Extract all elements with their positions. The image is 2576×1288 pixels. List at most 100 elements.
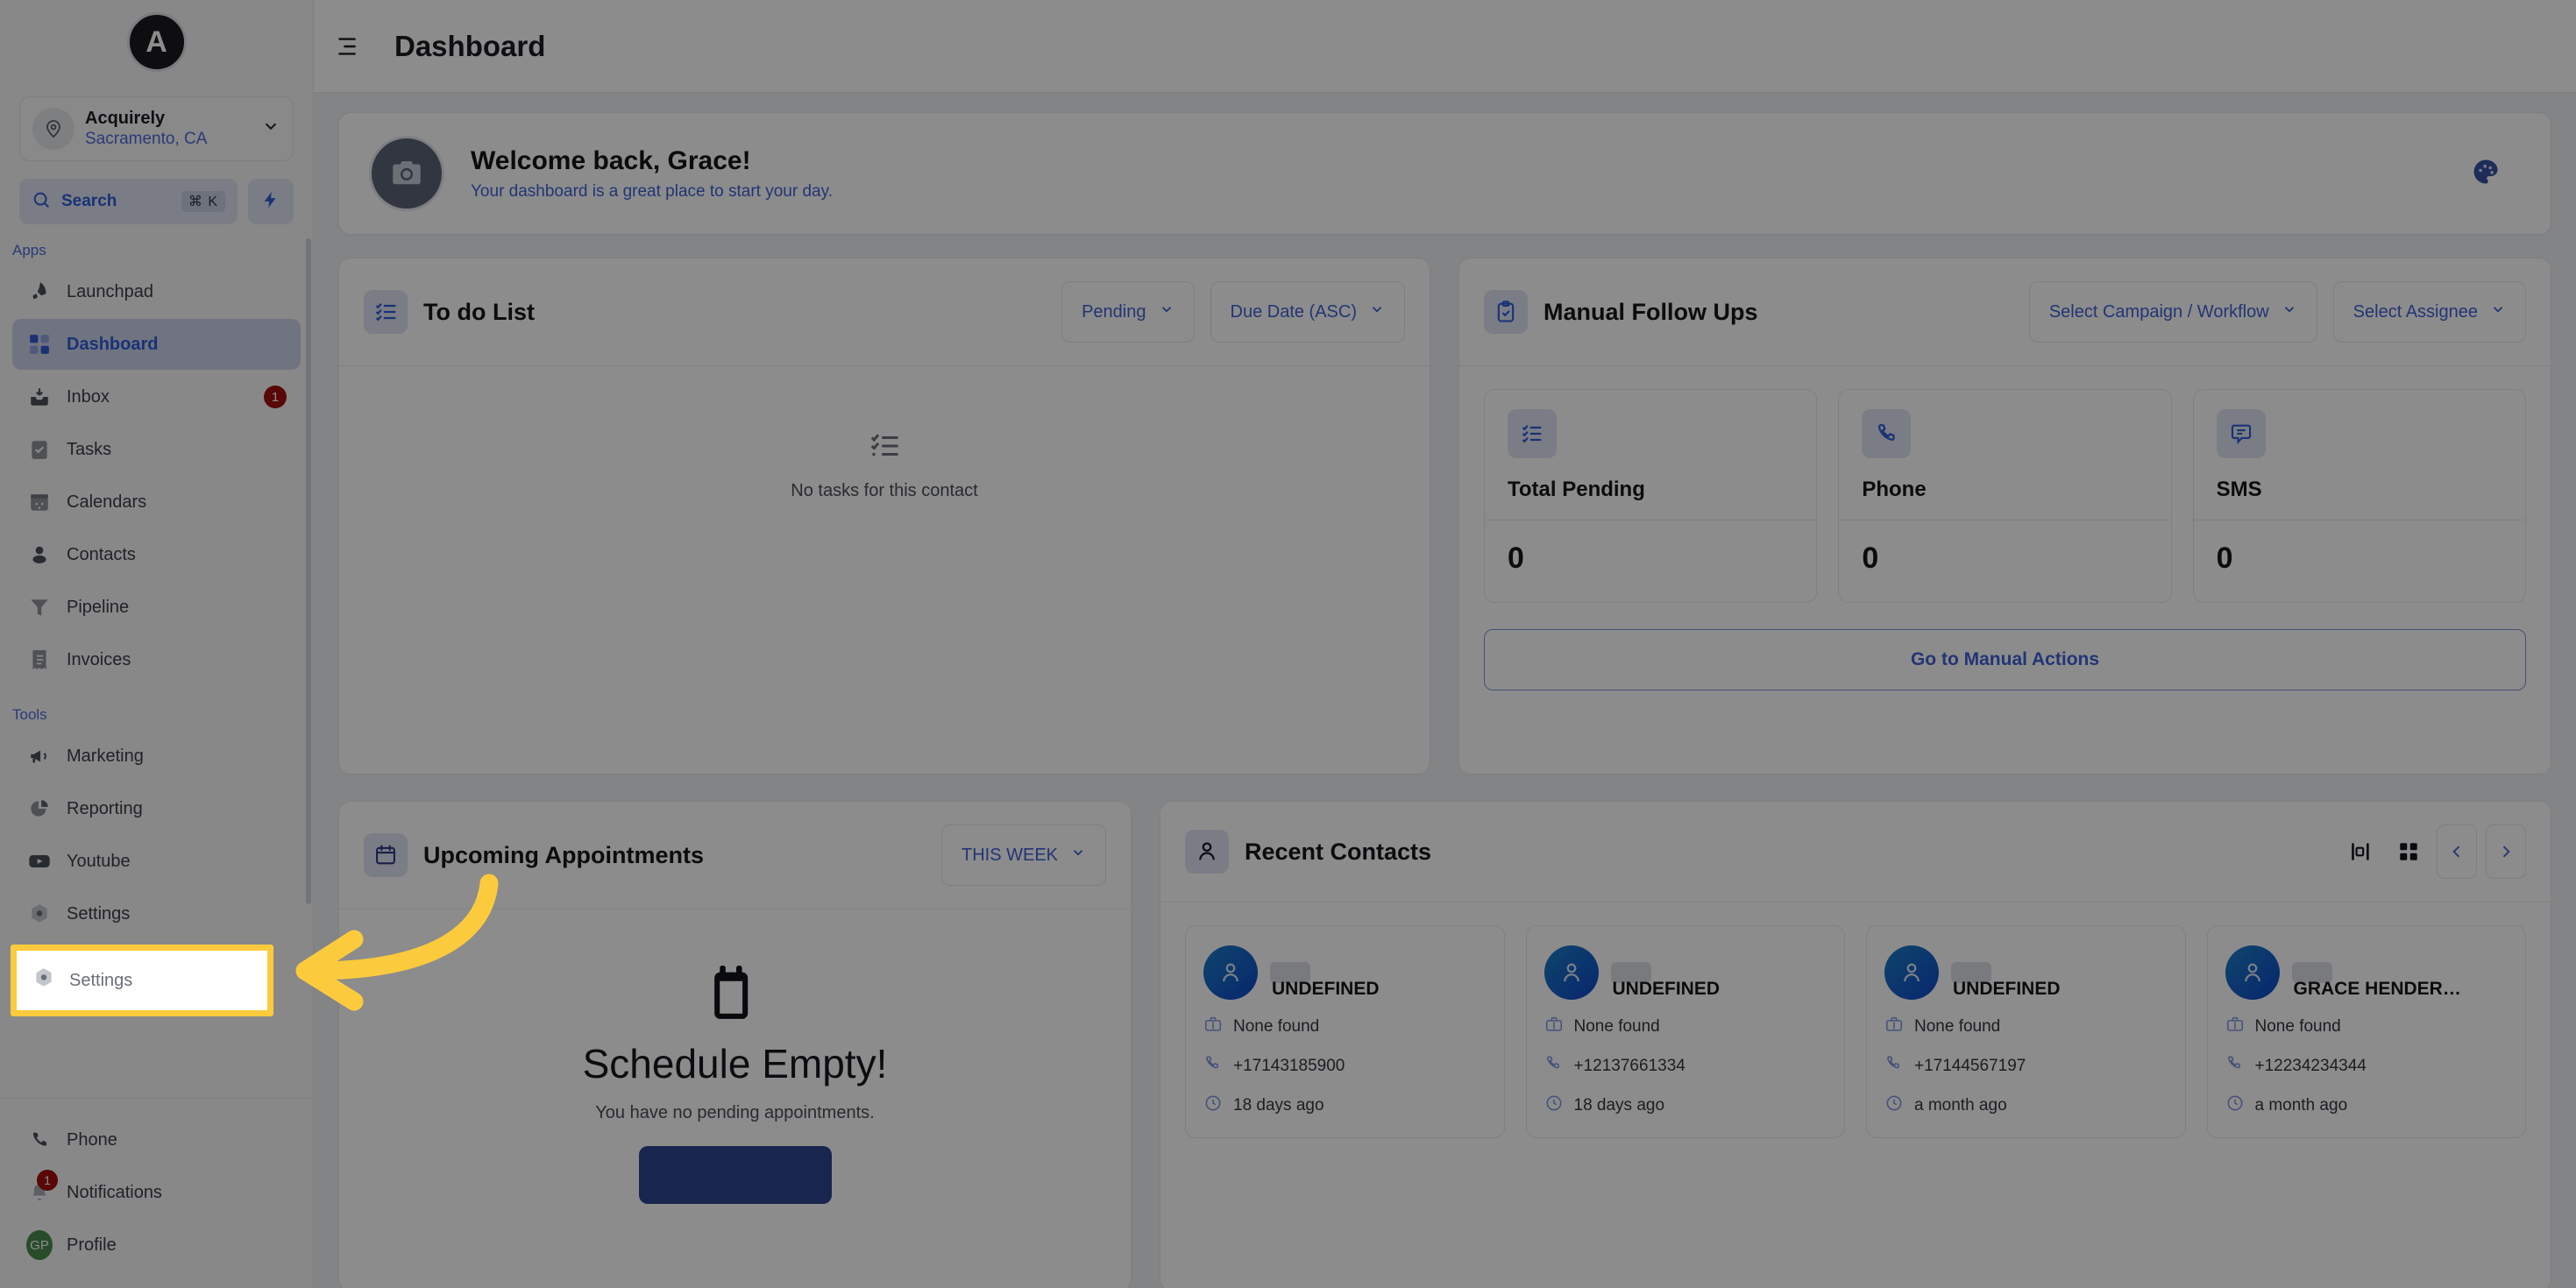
sidebar-item-label: Invoices xyxy=(67,649,131,669)
page-title: Dashboard xyxy=(394,29,546,62)
grid-view-icon[interactable] xyxy=(2389,832,2428,871)
camera-icon[interactable] xyxy=(369,136,444,211)
location-switcher[interactable]: Acquirely Sacramento, CA xyxy=(19,96,294,161)
sidebar-item-label: Pipeline xyxy=(67,597,130,617)
sidebar-item-tasks[interactable]: Tasks xyxy=(12,424,301,475)
sidebar-scrollbar[interactable] xyxy=(306,238,311,904)
contact-phone: +12234234344 xyxy=(2254,1057,2367,1075)
followups-assignee-filter[interactable]: Select Assignee xyxy=(2332,281,2526,343)
welcome-title: Welcome back, Grace! xyxy=(471,145,751,175)
person-icon xyxy=(1203,945,1258,1000)
inbox-badge: 1 xyxy=(264,386,287,408)
contact-time: a month ago xyxy=(1914,1096,2007,1115)
sidebar-nav: Apps Launchpad Dashboard Inbox 1 Tasks C… xyxy=(0,224,313,1093)
stat-top: Total Pending xyxy=(1485,390,1816,520)
sidebar-item-notifications[interactable]: 1 Notifications xyxy=(12,1167,301,1218)
followups-card: Manual Follow Ups Select Campaign / Work… xyxy=(1458,258,2551,775)
appointments-primary-button[interactable] xyxy=(638,1146,832,1204)
search-input[interactable]: Search ⌘ K xyxy=(19,179,238,224)
contact-phone-row: +12137661334 xyxy=(1544,1054,1827,1079)
palette-icon xyxy=(2470,156,2501,192)
inbox-icon xyxy=(26,384,53,410)
app-root: A Acquirely Sacramento, CA Search ⌘ K Ap… xyxy=(0,0,2576,1288)
sidebar-item-label: Reporting xyxy=(67,798,143,818)
sidebar-item-reporting[interactable]: Reporting xyxy=(12,783,301,834)
contact-card[interactable]: UNDEFINED None found +12137661334 18 day… xyxy=(1525,925,1845,1138)
briefcase-icon xyxy=(1884,1015,1904,1039)
location-sublabel: Sacramento, CA xyxy=(85,129,208,148)
sidebar-item-label: Youtube xyxy=(67,851,131,871)
followups-campaign-filter[interactable]: Select Campaign / Workflow xyxy=(2028,281,2317,343)
sidebar-item-calendars[interactable]: Calendars xyxy=(12,477,301,527)
checklist-icon xyxy=(868,429,901,467)
sidebar-item-label: Phone xyxy=(67,1129,117,1150)
checklist-icon xyxy=(364,290,408,334)
contact-card[interactable]: GRACE HENDER… None found +12234234344 a … xyxy=(2206,925,2526,1138)
calendar-icon xyxy=(26,489,53,515)
list-view-icon[interactable] xyxy=(2342,832,2381,871)
sidebar-item-inbox[interactable]: Inbox 1 xyxy=(12,372,301,422)
sidebar-item-dashboard[interactable]: Dashboard xyxy=(12,319,301,370)
stat-phone: Phone 0 xyxy=(1838,389,2172,603)
chevron-down-icon xyxy=(1369,301,1385,322)
recent-contacts-toolbar xyxy=(2342,824,2526,879)
appointments-empty-subtitle: You have no pending appointments. xyxy=(595,1103,875,1122)
sidebar-item-phone[interactable]: Phone xyxy=(12,1115,301,1165)
recent-contacts-title: Recent Contacts xyxy=(1245,838,1432,865)
hamburger-icon[interactable] xyxy=(330,29,365,64)
sidebar-item-invoices[interactable]: Invoices xyxy=(12,634,301,685)
contact-phone: +12137661334 xyxy=(1573,1057,1685,1075)
welcome-banner: Welcome back, Grace! Your dashboard is a… xyxy=(338,112,2551,235)
todo-status-filter[interactable]: Pending xyxy=(1061,281,1195,343)
appointments-card-title: Upcoming Appointments xyxy=(423,841,704,868)
sidebar-item-profile[interactable]: GP Profile xyxy=(12,1220,301,1270)
appointments-card: Upcoming Appointments THIS WEEK Schedule… xyxy=(338,801,1132,1288)
todo-sort-filter[interactable]: Due Date (ASC) xyxy=(1210,281,1405,343)
sidebar-item-youtube[interactable]: Youtube xyxy=(12,836,301,887)
location-text: Acquirely Sacramento, CA xyxy=(85,109,261,150)
contact-time: 18 days ago xyxy=(1573,1096,1665,1115)
sidebar-item-contacts[interactable]: Contacts xyxy=(12,529,301,580)
sidebar-divider xyxy=(0,1098,313,1099)
app-logo[interactable]: A xyxy=(126,12,187,72)
contacts-next-button[interactable] xyxy=(2486,824,2526,879)
bell-icon: 1 xyxy=(26,1170,58,1206)
todo-card: To do List Pending Due Date (ASC) No tas… xyxy=(338,258,1430,775)
clock-icon xyxy=(1884,1093,1904,1118)
appointments-empty-state: Schedule Empty! You have no pending appo… xyxy=(339,909,1131,1204)
chevron-down-icon xyxy=(1159,301,1174,322)
stat-label: SMS xyxy=(2216,478,2262,501)
checklist-icon xyxy=(1508,409,1557,458)
welcome-text: Welcome back, Grace! Your dashboard is a… xyxy=(471,146,2451,202)
contact-card[interactable]: UNDEFINED None found +17144567197 a mont… xyxy=(1866,925,2186,1138)
stat-label: Phone xyxy=(1862,478,1927,501)
calendar-icon xyxy=(364,833,408,877)
stat-label: Total Pending xyxy=(1508,478,1645,501)
stat-top: Phone xyxy=(1839,390,2170,520)
sidebar-item-pipeline[interactable]: Pipeline xyxy=(12,582,301,633)
go-to-manual-actions-button[interactable]: Go to Manual Actions xyxy=(1484,629,2526,690)
theme-button[interactable] xyxy=(2451,138,2521,209)
contact-phone-row: +12234234344 xyxy=(2225,1054,2509,1079)
contact-company: None found xyxy=(1233,1017,1320,1036)
contact-company-row: None found xyxy=(2225,1015,2509,1039)
chevron-down-icon xyxy=(2281,301,2297,322)
briefcase-icon xyxy=(1203,1015,1223,1039)
followups-card-title: Manual Follow Ups xyxy=(1543,298,1758,325)
quick-action-button[interactable] xyxy=(248,179,294,224)
contact-card[interactable]: UNDEFINED None found +17143185900 18 day… xyxy=(1185,925,1505,1138)
contact-company: None found xyxy=(2254,1017,2341,1036)
sidebar-item-label: Notifications xyxy=(67,1182,162,1202)
contacts-prev-button[interactable] xyxy=(2437,824,2477,879)
followups-campaign-filter-label: Select Campaign / Workflow xyxy=(2048,301,2269,322)
sidebar-item-marketing[interactable]: Marketing xyxy=(12,731,301,782)
appointments-range-filter[interactable]: THIS WEEK xyxy=(940,824,1106,886)
phone-icon xyxy=(1862,409,1912,458)
avatar-initials: GP xyxy=(26,1230,53,1260)
recent-contacts-list: UNDEFINED None found +17143185900 18 day… xyxy=(1160,902,2551,1161)
sidebar-item-settings[interactable]: Settings xyxy=(12,888,301,939)
chevron-down-icon[interactable] xyxy=(261,117,280,141)
stat-value: 0 xyxy=(1485,520,1817,602)
sidebar-item-label: Profile xyxy=(67,1235,117,1255)
sidebar-item-launchpad[interactable]: Launchpad xyxy=(12,266,301,317)
